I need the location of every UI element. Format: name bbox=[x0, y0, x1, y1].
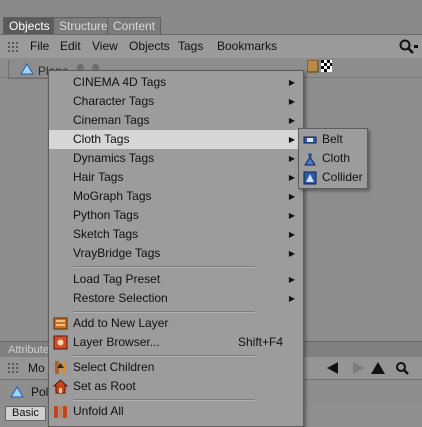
attributes-object-name: Pol bbox=[31, 385, 49, 399]
menu-item-label: Dynamics Tags bbox=[73, 151, 155, 165]
menu-item-label: Cineman Tags bbox=[73, 113, 150, 127]
submenu-item-label: Cloth bbox=[322, 151, 351, 165]
belt-icon bbox=[303, 136, 317, 144]
menu-item-restore-selection[interactable]: Restore Selection ▶ bbox=[49, 289, 303, 308]
menu-item-label: CINEMA 4D Tags bbox=[73, 75, 167, 89]
menu-item-character-tags[interactable]: Character Tags ▶ bbox=[49, 92, 303, 111]
menu-item-unfold-all[interactable]: Unfold All bbox=[49, 402, 303, 421]
search-icon[interactable] bbox=[398, 39, 418, 55]
tab-objects[interactable]: Objects bbox=[3, 17, 56, 34]
menu-item-load-tag-preset[interactable]: Load Tag Preset ▶ bbox=[49, 270, 303, 289]
tab-attributes[interactable]: Attribute bbox=[8, 344, 49, 356]
menu-item-label: Load Tag Preset bbox=[73, 272, 161, 286]
menu-item-mograph-tags[interactable]: MoGraph Tags ▶ bbox=[49, 187, 303, 206]
submenu-arrow-icon: ▶ bbox=[288, 192, 295, 201]
menu-item-add-to-new-layer[interactable]: Add to New Layer bbox=[49, 314, 303, 333]
collider-icon bbox=[303, 171, 317, 185]
layer-browser-icon bbox=[53, 335, 68, 350]
submenu-arrow-icon: ▶ bbox=[288, 211, 295, 220]
menu-item-dynamics-tags[interactable]: Dynamics Tags ▶ bbox=[49, 149, 303, 168]
submenu-item-collider[interactable]: Collider bbox=[299, 168, 367, 187]
tags-context-menu: CINEMA 4D Tags ▶ Character Tags ▶ Cinema… bbox=[48, 70, 304, 427]
submenu-arrow-icon: ▶ bbox=[288, 97, 295, 106]
menu-item-label: MoGraph Tags bbox=[73, 189, 152, 203]
select-children-icon bbox=[55, 361, 66, 374]
menu-objects[interactable]: Objects bbox=[129, 39, 170, 53]
grip-icon[interactable] bbox=[7, 41, 20, 53]
menu-item-label: Layer Browser... bbox=[73, 335, 160, 349]
attributes-nav-icons[interactable] bbox=[327, 361, 417, 375]
tab-content[interactable]: Content bbox=[107, 17, 162, 34]
menu-item-label: Character Tags bbox=[73, 94, 155, 108]
menu-separator bbox=[73, 311, 255, 313]
menu-item-label: Set as Root bbox=[73, 379, 136, 393]
menu-separator bbox=[73, 355, 255, 357]
menu-item-cineman-tags[interactable]: Cineman Tags ▶ bbox=[49, 111, 303, 130]
menu-item-label: Cloth Tags bbox=[73, 132, 130, 146]
cloth-icon bbox=[304, 153, 316, 166]
object-tags-icon[interactable] bbox=[307, 60, 333, 74]
menu-tags[interactable]: Tags bbox=[178, 39, 203, 53]
menu-item-label: Restore Selection bbox=[73, 291, 168, 305]
submenu-arrow-icon: ▶ bbox=[288, 275, 295, 284]
submenu-arrow-icon: ▶ bbox=[288, 135, 295, 144]
attributes-grip-icon[interactable] bbox=[7, 362, 20, 374]
menu-item-label: VrayBridge Tags bbox=[73, 246, 161, 260]
menu-separator bbox=[73, 266, 255, 268]
menu-item-hair-tags[interactable]: Hair Tags ▶ bbox=[49, 168, 303, 187]
menu-file[interactable]: File bbox=[30, 39, 49, 53]
submenu-arrow-icon: ▶ bbox=[288, 116, 295, 125]
plane-object-icon bbox=[20, 63, 34, 75]
submenu-item-label: Collider bbox=[322, 170, 363, 184]
menu-item-vraybridge-tags[interactable]: VrayBridge Tags ▶ bbox=[49, 244, 303, 263]
menu-item-label: Hair Tags bbox=[73, 170, 124, 184]
submenu-arrow-icon: ▶ bbox=[288, 249, 295, 258]
submenu-arrow-icon: ▶ bbox=[288, 78, 295, 87]
tab-structure[interactable]: Structure bbox=[53, 17, 114, 34]
menu-item-cinema4d-tags[interactable]: CINEMA 4D Tags ▶ bbox=[49, 73, 303, 92]
submenu-item-cloth[interactable]: Cloth bbox=[299, 149, 367, 168]
menu-item-python-tags[interactable]: Python Tags ▶ bbox=[49, 206, 303, 225]
menu-item-label: Sketch Tags bbox=[73, 227, 139, 241]
submenu-item-belt[interactable]: Belt bbox=[299, 130, 367, 149]
menu-item-select-children[interactable]: Select Children bbox=[49, 358, 303, 377]
menu-view[interactable]: View bbox=[92, 39, 118, 53]
manager-tab-strip: Objects Structure Content bbox=[0, 0, 422, 34]
menu-item-label: Unfold All bbox=[73, 404, 124, 418]
menu-item-label: Select Children bbox=[73, 360, 155, 374]
menu-item-label: Add to New Layer bbox=[73, 316, 169, 330]
polygon-object-icon bbox=[10, 386, 24, 398]
menu-item-set-as-root[interactable]: Set as Root bbox=[49, 377, 303, 396]
set-root-icon bbox=[53, 379, 68, 394]
menubar: File Edit View Objects Tags Bookmarks bbox=[0, 34, 422, 59]
menu-edit[interactable]: Edit bbox=[60, 39, 81, 53]
submenu-arrow-icon: ▶ bbox=[288, 294, 295, 303]
menu-separator bbox=[73, 399, 255, 401]
submenu-arrow-icon: ▶ bbox=[288, 154, 295, 163]
menu-item-layer-browser[interactable]: Layer Browser... Shift+F4 bbox=[49, 333, 303, 352]
cloth-tags-submenu: Belt Cloth Collider bbox=[298, 128, 368, 189]
submenu-arrow-icon: ▶ bbox=[288, 173, 295, 182]
menu-item-cloth-tags[interactable]: Cloth Tags ▶ bbox=[49, 130, 303, 149]
submenu-arrow-icon: ▶ bbox=[288, 230, 295, 239]
submenu-item-label: Belt bbox=[322, 132, 343, 146]
menu-item-shortcut: Shift+F4 bbox=[237, 335, 283, 349]
layer-add-icon bbox=[53, 317, 68, 330]
unfold-icon bbox=[54, 406, 67, 418]
menu-bookmarks[interactable]: Bookmarks bbox=[217, 39, 277, 53]
menu-item-sketch-tags[interactable]: Sketch Tags ▶ bbox=[49, 225, 303, 244]
menu-item-label: Python Tags bbox=[73, 208, 139, 222]
attributes-mode-menu[interactable]: Mo bbox=[28, 361, 45, 375]
